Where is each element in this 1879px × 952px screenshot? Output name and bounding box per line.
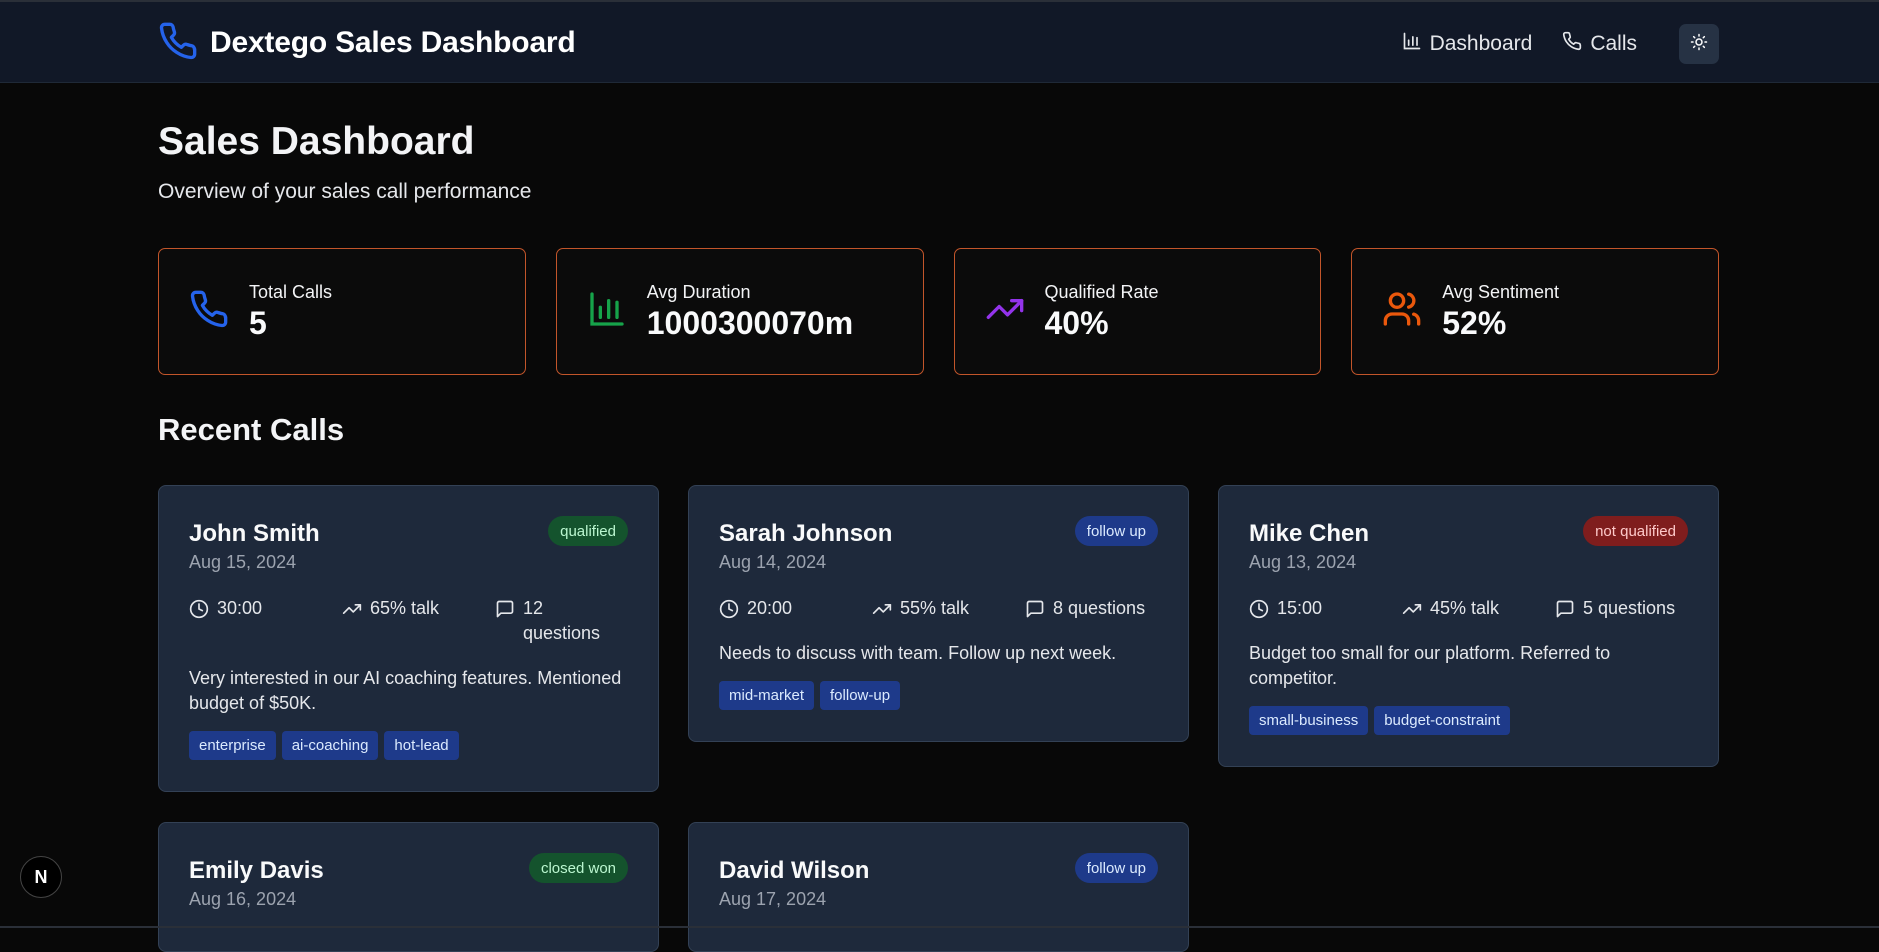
call-note: Needs to discuss with team. Follow up ne… [719,643,1117,663]
message-square-icon [1555,596,1575,626]
call-card[interactable]: Emily Davis Aug 16, 2024 closed won [158,822,659,952]
tag-list: mid-market follow-up [719,681,901,710]
brand[interactable]: Dextego Sales Dashboard [158,22,576,64]
talk-ratio-metric: 65% talk [342,596,495,646]
main-nav: Dashboard Calls [1402,24,1719,64]
duration-metric: 15:00 [1249,596,1402,626]
stat-label: Total Calls [249,281,333,302]
stat-value: 5 [249,304,267,341]
clock-icon [189,596,209,626]
stat-card-avg-sentiment: Avg Sentiment 52% [1351,248,1719,375]
top-navigation-bar: Dextego Sales Dashboard Dashboard Calls [0,0,1879,83]
duration-metric: 20:00 [719,596,872,626]
tag[interactable]: small-business [1249,706,1369,735]
call-date: Aug 13, 2024 [1249,552,1357,572]
clock-icon [1249,596,1269,626]
phone-icon [189,289,229,334]
status-badge: follow up [1074,516,1158,546]
tag[interactable]: follow-up [820,681,901,710]
call-date: Aug 16, 2024 [189,889,297,909]
stat-label: Avg Duration [646,281,751,302]
call-card[interactable]: John Smith Aug 15, 2024 qualified 30:00 … [158,485,659,792]
call-name: John Smith [189,520,320,547]
page-title: Sales Dashboard [158,120,475,163]
tag-list: enterprise ai-coaching hot-lead [189,731,459,760]
trending-up-icon [342,596,362,626]
stat-value: 40% [1044,304,1109,341]
phone-icon [158,21,198,66]
status-badge: follow up [1074,853,1158,883]
bar-chart-icon [1402,31,1422,57]
call-card[interactable]: Sarah Johnson Aug 14, 2024 follow up 20:… [688,485,1189,742]
stat-value: 52% [1442,304,1507,341]
clock-icon [719,596,739,626]
duration-metric: 30:00 [189,596,342,646]
call-date: Aug 15, 2024 [189,552,297,572]
theme-toggle-button[interactable] [1679,24,1719,64]
message-square-icon [495,596,515,626]
tag[interactable]: mid-market [719,681,815,710]
questions-metric: 8 questions [1025,596,1145,626]
trending-up-icon [872,596,892,626]
nav-dashboard-label: Dashboard [1429,32,1533,55]
call-date: Aug 14, 2024 [719,552,827,572]
phone-icon [1562,31,1582,57]
stat-label: Qualified Rate [1044,281,1159,302]
message-square-icon [1025,596,1045,626]
tag[interactable]: enterprise [189,731,276,760]
framework-dev-badge[interactable]: N [20,856,62,898]
stat-card-avg-duration: Avg Duration 1000300070m [555,248,924,375]
call-name: David Wilson [719,857,870,884]
questions-metric: 12 questions [495,596,615,646]
stat-label: Avg Sentiment [1442,281,1559,302]
call-note: Budget too small for our platform. Refer… [1249,643,1611,688]
recent-calls-heading: Recent Calls [158,412,345,447]
call-card[interactable]: Mike Chen Aug 13, 2024 not qualified 15:… [1218,485,1719,767]
call-name: Mike Chen [1249,520,1370,547]
trending-up-icon [985,289,1025,334]
call-metrics: 20:00 55% talk 8 questions [719,596,1158,626]
tag[interactable]: hot-lead [384,731,459,760]
tag[interactable]: budget-constraint [1374,706,1511,735]
status-badge: closed won [528,853,628,883]
call-name: Sarah Johnson [719,520,893,547]
status-badge: qualified [548,516,628,546]
nav-dashboard-link[interactable]: Dashboard [1402,31,1533,57]
sun-icon [1690,33,1708,56]
nav-calls-link[interactable]: Calls [1562,31,1637,57]
app-title: Dextego Sales Dashboard [210,26,576,59]
status-badge: not qualified [1583,516,1688,546]
page-subtitle: Overview of your sales call performance [158,180,532,203]
tag-list: small-business budget-constraint [1249,706,1511,735]
talk-ratio-metric: 45% talk [1402,596,1555,626]
call-metrics: 15:00 45% talk 5 questions [1249,596,1688,626]
call-date: Aug 17, 2024 [719,889,827,909]
stat-card-qualified-rate: Qualified Rate 40% [953,248,1322,375]
questions-metric: 5 questions [1555,596,1675,626]
nav-calls-label: Calls [1590,32,1637,55]
stats-row: Total Calls 5 Avg Duration 1000300070m Q… [158,248,1719,375]
call-card[interactable]: David Wilson Aug 17, 2024 follow up [688,822,1189,952]
call-note: Very interested in our AI coaching featu… [189,668,622,713]
talk-ratio-metric: 55% talk [872,596,1025,626]
trending-up-icon [1402,596,1422,626]
bar-chart-icon [587,289,627,334]
stat-value: 1000300070m [646,304,854,341]
call-name: Emily Davis [189,857,324,884]
users-icon [1382,289,1422,334]
stat-card-total-calls: Total Calls 5 [158,248,526,375]
call-metrics: 30:00 65% talk 12 questions [189,596,628,646]
tag[interactable]: ai-coaching [281,731,379,760]
